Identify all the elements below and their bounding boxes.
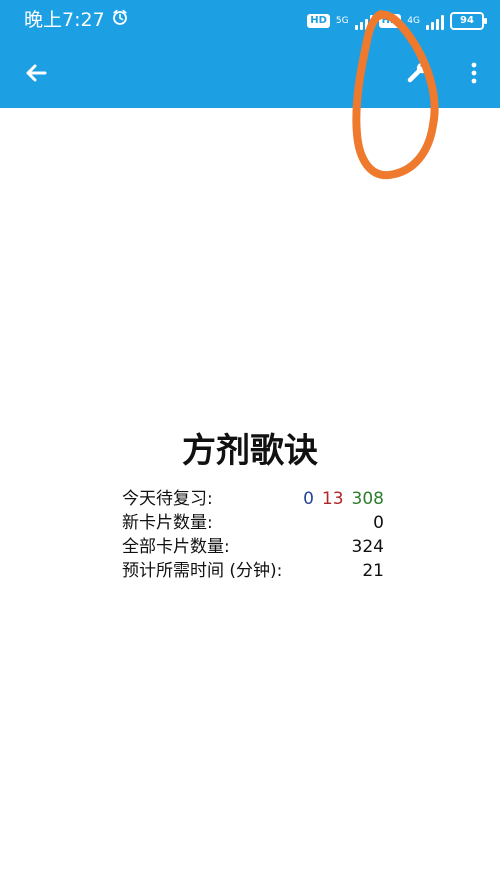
deck-stats: 今天待复习: 0 13 308 新卡片数量: 0 全部卡片数量: 324 预计所… [122,487,384,583]
new-cards-row: 新卡片数量: 0 [122,511,384,535]
more-vert-icon [469,61,479,89]
hd-badge-1: HD [307,14,330,28]
new-cards-label: 新卡片数量: [122,513,213,533]
wrench-icon [404,59,432,91]
status-right: HD 5G HD 4G 94 [307,10,487,32]
total-cards-value: 324 [351,537,384,557]
total-cards-label: 全部卡片数量: [122,537,230,557]
status-bar: 晚上7:27 HD 5G HD 4G 94 [0,0,500,42]
status-left: 晚上7:27 [24,8,129,32]
network-label-5g: 5G [335,16,349,26]
battery-icon: 94 [450,12,487,30]
alarm-icon [111,8,129,32]
deck-options-button[interactable] [396,53,440,97]
due-today-counts: 0 13 308 [303,487,384,511]
due-today-row: 今天待复习: 0 13 308 [122,487,384,511]
due-today-label: 今天待复习: [122,489,213,509]
hd-badge-2: HD [378,14,402,28]
estimated-time-value: 21 [362,561,384,581]
deck-title: 方剂歌诀 [182,431,318,471]
signal-icon-1 [354,12,373,30]
app-bar [0,42,500,108]
due-review-count: 308 [351,489,384,509]
due-new-count: 0 [303,489,314,509]
network-label-4g: 4G [407,16,420,26]
new-cards-value: 0 [373,513,384,533]
back-button[interactable] [14,53,58,97]
arrow-back-icon [23,60,49,90]
due-learning-count: 13 [321,489,344,509]
signal-icon-2 [426,12,444,30]
more-options-button[interactable] [452,53,496,97]
estimated-time-label: 预计所需时间 (分钟): [122,561,283,581]
status-time: 晚上7:27 [24,9,105,31]
total-cards-row: 全部卡片数量: 324 [122,535,384,559]
estimated-time-row: 预计所需时间 (分钟): 21 [122,559,384,583]
